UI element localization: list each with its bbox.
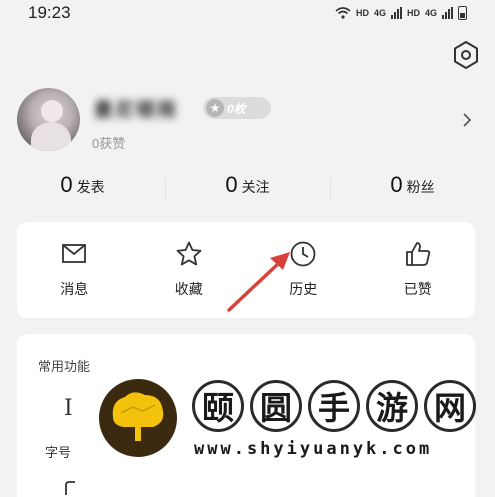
- wifi-icon: [335, 7, 351, 19]
- quick-actions-card: 消息 收藏 历史 已赞: [17, 222, 475, 318]
- likes-count: 0获赞: [92, 136, 126, 151]
- stat-following-label: 关注: [241, 179, 270, 195]
- tool-icon[interactable]: [63, 480, 79, 496]
- action-liked[interactable]: 已赞: [361, 222, 476, 318]
- watermark-char: 颐: [192, 380, 244, 432]
- stat-following-number: 0: [225, 172, 238, 197]
- star-badge-icon: ★: [206, 99, 224, 117]
- network-label-3: HD: [406, 8, 420, 18]
- signal-icon: [390, 7, 402, 19]
- watermark-char: 手: [308, 380, 360, 432]
- thumbs-up-icon: [405, 242, 430, 266]
- watermark-logo: [96, 376, 180, 460]
- tools-title: 常用功能: [38, 359, 91, 374]
- settings-hexagon-icon[interactable]: [451, 40, 481, 70]
- status-icons: HD 4G HD 4G: [335, 6, 467, 20]
- tree-logo-icon: [112, 392, 164, 441]
- stats-row: 0 发表 0 关注 0 粉丝: [0, 172, 495, 208]
- avatar[interactable]: [17, 88, 80, 151]
- stat-fans[interactable]: 0 粉丝: [330, 172, 495, 208]
- stat-posts[interactable]: 0 发表: [0, 172, 165, 208]
- nickname: 曼尼顿雨: [94, 100, 179, 121]
- action-favorites-label: 收藏: [174, 281, 203, 297]
- action-history-label: 历史: [289, 281, 318, 297]
- signal-icon-2: [442, 7, 453, 19]
- action-history[interactable]: 历史: [246, 222, 361, 318]
- action-favorites[interactable]: 收藏: [132, 222, 247, 318]
- watermark-char: 游: [366, 380, 418, 432]
- status-bar: 19:23 HD 4G HD 4G: [0, 0, 495, 26]
- action-liked-label: 已赞: [403, 281, 432, 297]
- stat-posts-label: 发表: [76, 179, 105, 195]
- battery-icon: [458, 6, 467, 20]
- stat-divider: [165, 178, 166, 200]
- text-cursor-icon[interactable]: I: [64, 396, 73, 421]
- clock-icon: [290, 241, 316, 267]
- stat-posts-number: 0: [60, 172, 73, 197]
- medal-badge[interactable]: ★ 0枚: [203, 97, 271, 119]
- network-label-2: 4G: [373, 8, 386, 18]
- message-icon: [62, 244, 87, 263]
- stat-divider: [330, 178, 331, 200]
- network-label-1: HD: [355, 8, 369, 18]
- chevron-right-icon[interactable]: [462, 113, 472, 127]
- font-size-label[interactable]: 字号: [45, 442, 71, 461]
- stat-fans-number: 0: [390, 172, 403, 197]
- badge-count: 0枚: [227, 101, 246, 116]
- stat-following[interactable]: 0 关注: [165, 172, 330, 208]
- watermark: 颐 圆 手 游 网 www.shyiyuanyk.com: [96, 376, 476, 466]
- star-icon: [176, 241, 202, 266]
- network-label-4: 4G: [424, 8, 437, 18]
- watermark-char: 网: [424, 380, 476, 432]
- action-messages[interactable]: 消息: [17, 222, 132, 318]
- watermark-title: 颐 圆 手 游 网: [192, 380, 476, 432]
- stat-fans-label: 粉丝: [406, 179, 435, 195]
- action-messages-label: 消息: [60, 281, 89, 297]
- status-time: 19:23: [28, 3, 71, 22]
- watermark-char: 圆: [250, 380, 302, 432]
- profile-header[interactable]: 曼尼顿雨 ★ 0枚 0获赞: [0, 85, 495, 160]
- watermark-url: www.shyiyuanyk.com: [194, 439, 433, 459]
